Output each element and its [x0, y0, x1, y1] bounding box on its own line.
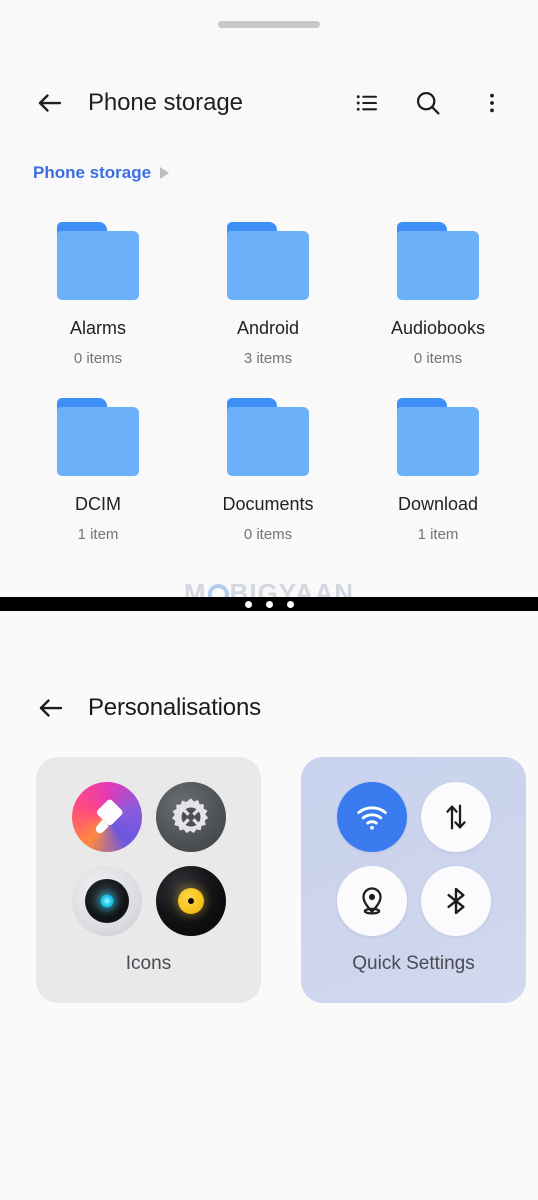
- quick-settings-preview-grid: [336, 782, 491, 936]
- folder-name: Documents: [222, 494, 314, 514]
- personalisation-cards: Icons Quick Settings: [36, 757, 526, 1003]
- back-button[interactable]: [30, 78, 70, 128]
- folder-item[interactable]: Download 1 item: [353, 398, 523, 543]
- page-title: Personalisations: [88, 694, 261, 721]
- folder-item-count: 0 items: [73, 350, 123, 367]
- breadcrumb[interactable]: Phone storage: [33, 163, 170, 183]
- page-indicator-bar: [0, 597, 538, 611]
- page-dot: [265, 600, 273, 608]
- bluetooth-icon: [420, 866, 491, 936]
- folder-item[interactable]: Documents 0 items: [183, 398, 353, 543]
- folder-icon: [227, 398, 309, 476]
- location-pin-icon: [336, 866, 407, 936]
- search-icon[interactable]: [406, 78, 450, 128]
- caret-right-icon: [160, 167, 170, 179]
- folder-icon: [397, 222, 479, 300]
- page-dot: [244, 600, 252, 608]
- data-transfer-icon: [420, 782, 491, 852]
- card-label-quick-settings: Quick Settings: [352, 953, 475, 974]
- folder-name: DCIM: [75, 494, 121, 514]
- camera-lens-icon: [71, 866, 142, 936]
- phone-screenshot: Phone storage Phone storage Alarms 0 ite…: [0, 0, 538, 1200]
- card-label-icons: Icons: [125, 953, 172, 974]
- folder-item-count: 1 item: [417, 526, 459, 543]
- folder-icon: [397, 398, 479, 476]
- folder-item[interactable]: Audiobooks 0 items: [353, 222, 523, 367]
- page-dot: [286, 600, 294, 608]
- card-icons[interactable]: Icons: [36, 757, 261, 1003]
- page-title: Phone storage: [88, 89, 243, 116]
- folder-item-count: 0 items: [243, 526, 293, 543]
- lens-glow: [100, 894, 113, 908]
- overflow-menu-icon[interactable]: [470, 78, 514, 128]
- file-manager-appbar: Phone storage: [0, 78, 538, 130]
- folder-item-count: 3 items: [243, 350, 293, 367]
- folder-icon: [227, 222, 309, 300]
- personalisations-pane: Personalisations Icons Quick Settings: [0, 611, 538, 1200]
- folder-name: Alarms: [69, 318, 126, 338]
- folder-grid: Alarms 0 items Android 3 items Audiobook…: [0, 222, 538, 543]
- folder-item[interactable]: Alarms 0 items: [13, 222, 183, 367]
- card-quick-settings[interactable]: Quick Settings: [301, 757, 526, 1003]
- gear-icon: [155, 782, 226, 852]
- wifi-icon: [336, 782, 407, 852]
- file-manager-pane: Phone storage Phone storage Alarms 0 ite…: [0, 0, 538, 604]
- folder-icon: [57, 222, 139, 300]
- folder-name: Audiobooks: [390, 318, 486, 338]
- vinyl-record-icon: [155, 866, 226, 936]
- folder-name: Android: [236, 318, 300, 338]
- folder-grid-row: DCIM 1 item Documents 0 items Download 1…: [0, 398, 538, 543]
- drag-handle[interactable]: [218, 21, 320, 28]
- vinyl-hole: [187, 898, 194, 904]
- folder-item[interactable]: Android 3 items: [183, 222, 353, 367]
- icon-preview-grid: [71, 782, 226, 936]
- back-button[interactable]: [32, 683, 70, 733]
- paint-roller-icon: [71, 782, 142, 852]
- folder-item-count: 0 items: [413, 350, 463, 367]
- breadcrumb-item-phone-storage[interactable]: Phone storage: [33, 163, 151, 183]
- folder-icon: [57, 398, 139, 476]
- personalisations-appbar: Personalisations: [0, 683, 538, 733]
- folder-grid-row: Alarms 0 items Android 3 items Audiobook…: [0, 222, 538, 367]
- folder-item[interactable]: DCIM 1 item: [13, 398, 183, 543]
- list-view-icon[interactable]: [345, 78, 389, 128]
- folder-item-count: 1 item: [77, 526, 119, 543]
- folder-name: Download: [397, 494, 479, 514]
